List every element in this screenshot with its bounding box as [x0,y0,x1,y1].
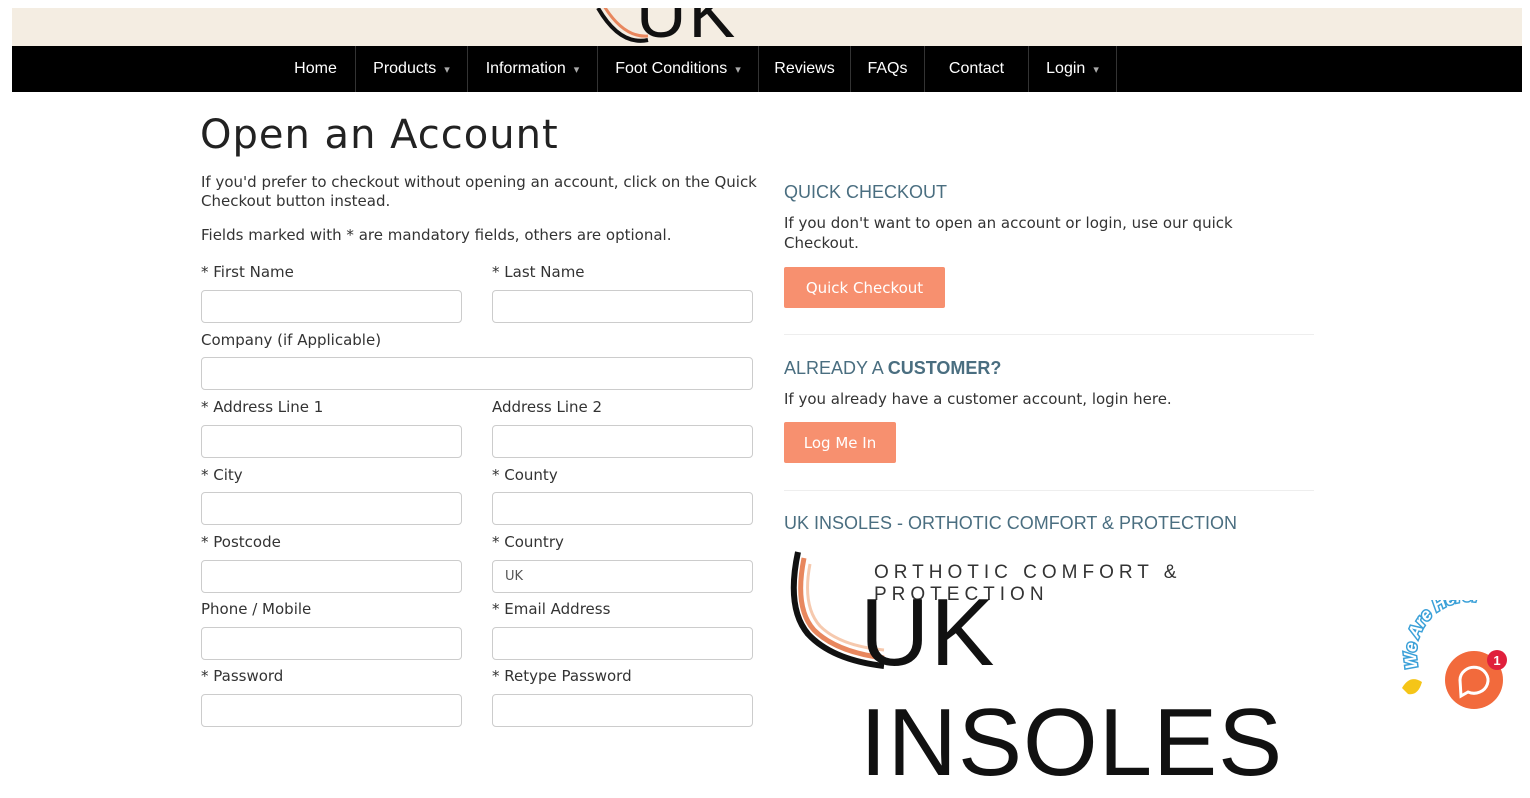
first-name-label: * First Name [201,263,294,281]
quick-checkout-button[interactable]: Quick Checkout [784,267,945,308]
nav-item-foot-conditions[interactable]: Foot Conditions ▾ [598,46,759,92]
brand-heading: UK INSOLES - ORTHOTIC COMFORT & PROTECTI… [784,513,1238,533]
country-field[interactable]: UK [492,560,753,593]
nav-item-label: Contact [948,60,1005,77]
city-field[interactable] [201,492,462,525]
company-field[interactable] [201,357,753,390]
chevron-down-icon: ▾ [1093,63,1099,76]
phone-field[interactable] [201,627,462,660]
chat-badge-count: 1 [1493,653,1500,668]
last-name-label: * Last Name [492,263,585,281]
brand-logo-name: UK INSOLES [860,579,1284,796]
phone-label: Phone / Mobile [201,600,312,618]
postcode-field[interactable] [201,560,462,593]
chat-launcher-icon: We Are Here! 1 [1399,585,1507,709]
retype-password-field[interactable] [492,694,753,727]
chevron-down-icon: ▾ [735,63,741,76]
nav-item-products[interactable]: Products ▾ [356,46,468,92]
chat-widget[interactable]: We Are Here! 1 [1398,585,1523,710]
main-nav: Home Products ▾ Information ▾ Foot Conditions… [12,46,1522,92]
customer-heading-bold: CUSTOMER? [887,358,1002,378]
log-me-in-button[interactable]: Log Me In [784,422,896,463]
city-label: * City [201,466,243,484]
company-label: Company (if Applicable) [201,331,382,349]
brand-logo: ORTHOTIC COMFORT & PROTECTION UK INSOLES [784,548,1344,796]
email-label: * Email Address [492,600,611,618]
chevron-down-icon: ▾ [573,63,580,76]
quick-checkout-heading: QUICK CHECKOUT [784,182,948,202]
nav-item-contact[interactable]: Contact [925,46,1029,92]
nav-item-label: Foot Conditions [615,60,728,77]
customer-heading: ALREADY A CUSTOMER? [784,358,1001,379]
customer-heading-prefix: ALREADY A [784,358,888,378]
mandatory-note: Fields marked with * are mandatory field… [201,226,672,244]
nav-item-faqs[interactable]: FAQs [851,46,925,92]
address1-label: * Address Line 1 [201,398,324,416]
email-field[interactable] [492,627,753,660]
county-field[interactable] [492,492,753,525]
nav-item-login[interactable]: Login ▾ [1029,46,1117,92]
address2-label: Address Line 2 [492,398,603,416]
last-name-field[interactable] [492,290,753,323]
header-logo-text: UK INSOLES [636,0,738,46]
nav-item-label: Home [294,60,337,77]
site-header: UK INSOLES [12,0,1522,46]
nav-item-reviews[interactable]: Reviews [759,46,851,92]
divider [784,490,1314,491]
address2-field[interactable] [492,425,753,458]
customer-text: If you already have a customer account, … [784,390,1172,408]
password-field[interactable] [201,694,462,727]
nav-item-label: FAQs [867,60,908,77]
nav-item-label: Information [485,60,566,77]
page-title: Open an Account [200,112,559,158]
divider [784,334,1314,335]
nav-item-label: Products [373,60,437,77]
nav-item-label: Login [1046,60,1086,77]
nav-item-label: Reviews [774,60,835,77]
nav-item-information[interactable]: Information ▾ [468,46,598,92]
country-label: * Country [492,533,564,551]
address1-field[interactable] [201,425,462,458]
retype-password-label: * Retype Password [492,667,632,685]
password-label: * Password [201,667,284,685]
chevron-down-icon: ▾ [444,63,450,76]
first-name-field[interactable] [201,290,462,323]
postcode-label: * Postcode [201,533,281,551]
quick-checkout-text: If you don't want to open an account or … [784,214,1233,252]
intro-text: If you'd prefer to checkout without open… [201,173,757,210]
nav-item-home[interactable]: Home [276,46,356,92]
county-label: * County [492,466,558,484]
